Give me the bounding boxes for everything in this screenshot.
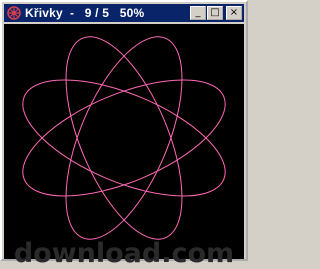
curve-canvas: download.com	[4, 24, 244, 269]
app-window: Křivky - 9 / 5 50% _ □ × download.com	[0, 0, 248, 269]
maximize-icon: □	[210, 7, 220, 18]
close-button[interactable]: ×	[226, 6, 242, 20]
close-icon: ×	[229, 7, 239, 18]
title-bar[interactable]: Křivky - 9 / 5 50% _ □ ×	[4, 4, 244, 22]
maximize-button[interactable]: □	[207, 6, 223, 20]
app-icon[interactable]	[7, 6, 21, 20]
minimize-icon: _	[195, 7, 201, 18]
watermark: download.com	[13, 238, 235, 269]
minimize-button[interactable]: _	[190, 6, 206, 20]
curve-loop	[22, 79, 226, 197]
window-title: Křivky - 9 / 5 50%	[25, 6, 145, 20]
caption-buttons: _ □ ×	[189, 6, 242, 20]
curve-loop	[65, 36, 183, 240]
curve-drawing	[22, 36, 226, 240]
